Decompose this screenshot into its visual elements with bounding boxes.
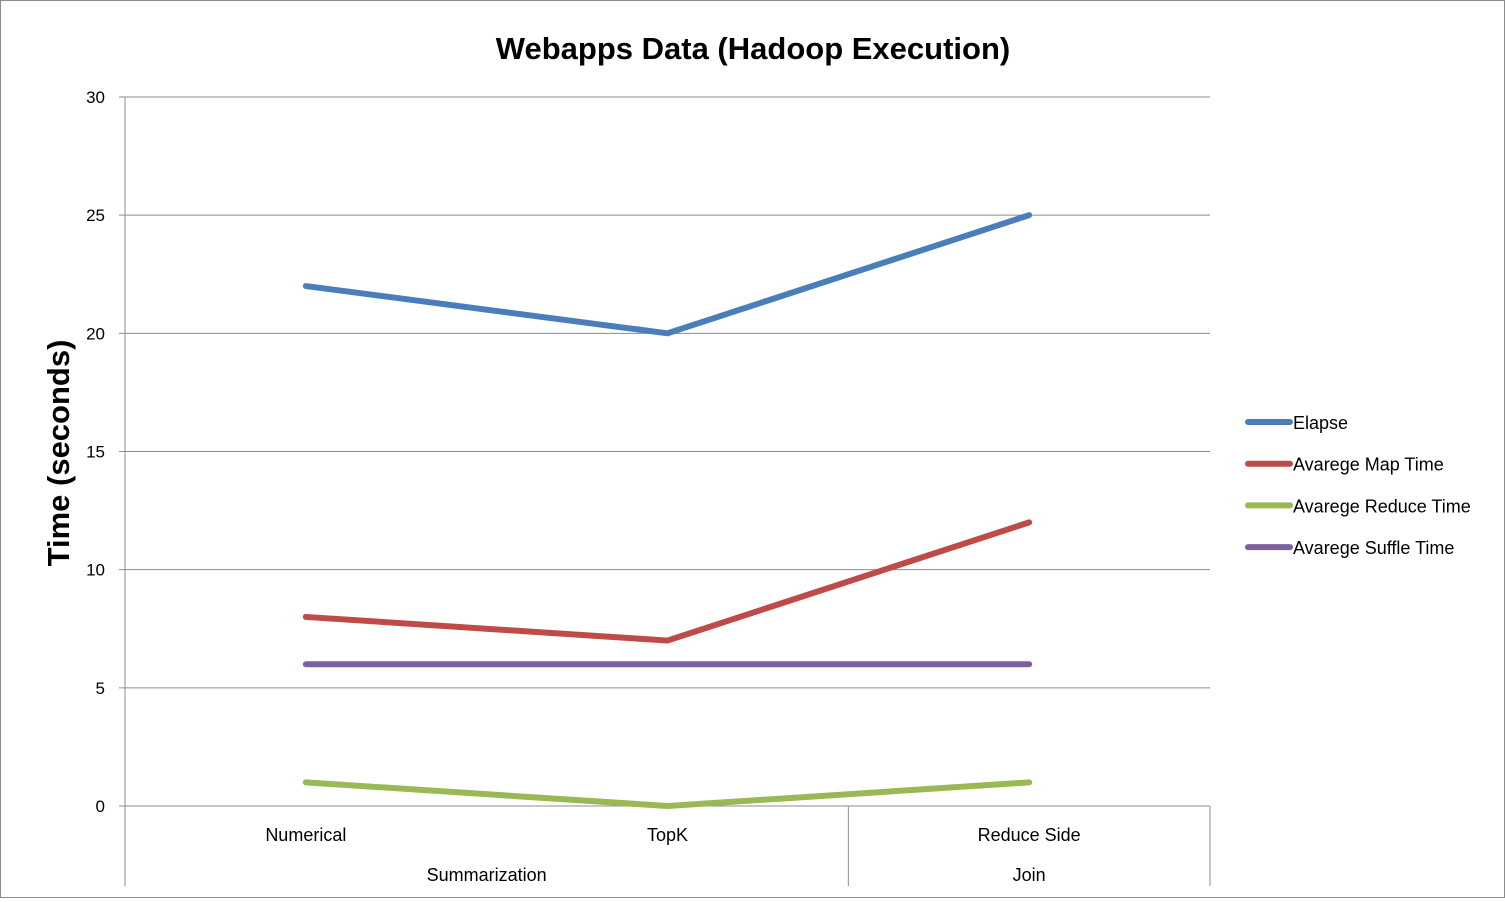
y-axis-label: Time (seconds) bbox=[41, 340, 76, 567]
series-lines bbox=[302, 212, 1033, 809]
legend-label: Avarege Suffle Time bbox=[1293, 538, 1454, 558]
y-tick-label: 10 bbox=[86, 561, 105, 580]
gridlines bbox=[119, 96, 1210, 807]
legend-label: Elapse bbox=[1293, 413, 1348, 433]
series-line-2 bbox=[302, 779, 1033, 809]
legend-label: Avarege Reduce Time bbox=[1293, 496, 1471, 516]
series-line-0 bbox=[302, 212, 1033, 337]
legend: Elapse Avarege Map Time Avarege Reduce Tim… bbox=[1245, 413, 1471, 558]
series-line-1 bbox=[302, 519, 1033, 644]
y-tick-label: 15 bbox=[86, 443, 105, 462]
x-group-label: Join bbox=[1013, 865, 1046, 885]
x-tick-label: TopK bbox=[647, 825, 688, 845]
y-tick-label: 30 bbox=[86, 88, 105, 107]
line-chart: Webapps Data (Hadoop Execution) Time (se… bbox=[41, 31, 1471, 886]
x-tick-label: Numerical bbox=[265, 825, 346, 845]
y-tick-label: 0 bbox=[96, 797, 105, 816]
chart-title: Webapps Data (Hadoop Execution) bbox=[496, 31, 1010, 66]
legend-label: Avarege Map Time bbox=[1293, 455, 1444, 475]
y-tick-label: 25 bbox=[86, 206, 105, 225]
x-tick-label: Reduce Side bbox=[978, 825, 1081, 845]
y-tick-label: 5 bbox=[96, 679, 105, 698]
y-tick-label: 20 bbox=[86, 324, 105, 343]
chart-frame: Webapps Data (Hadoop Execution) Time (se… bbox=[0, 0, 1505, 898]
axes: 0 5 10 15 20 25 30 Summarization Join Numerical To… bbox=[86, 88, 1211, 886]
x-group-label: Summarization bbox=[427, 865, 547, 885]
